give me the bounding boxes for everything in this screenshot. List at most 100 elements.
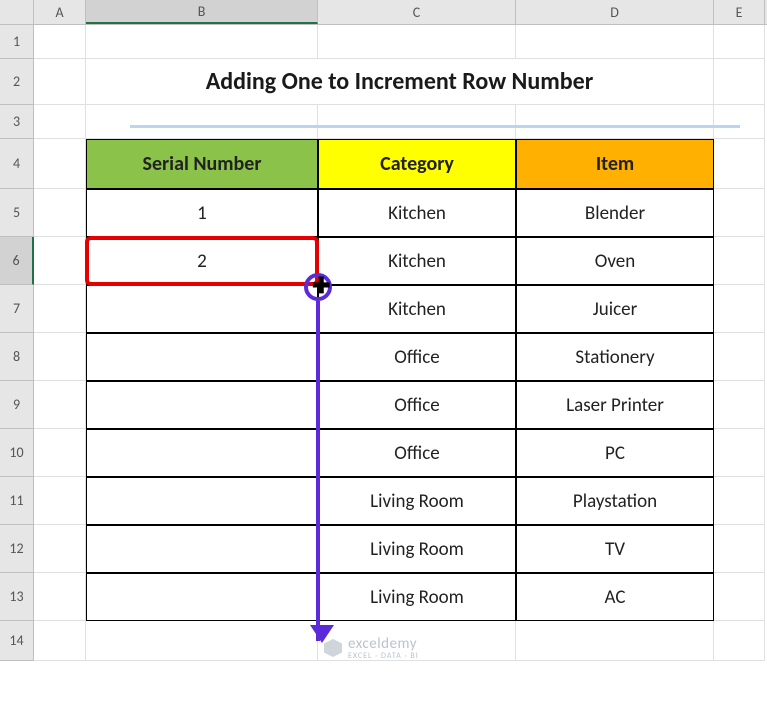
cell-B9[interactable] [86,381,318,429]
row-header-9[interactable]: 9 [0,381,34,429]
header-item[interactable]: Item [516,139,714,189]
row-header-6[interactable]: 6 [0,237,34,285]
cell-E10[interactable] [714,429,765,477]
cell-A5[interactable] [34,189,86,237]
cell-A1[interactable] [34,25,86,59]
row-header-11[interactable]: 11 [0,477,34,525]
cell-E12[interactable] [714,525,765,573]
row-header-8[interactable]: 8 [0,333,34,381]
cell-E14[interactable] [714,621,765,661]
row-header-2[interactable]: 2 [0,59,34,105]
table-row: Living Room Playstation [34,477,767,525]
cell-A6[interactable] [34,237,86,285]
page-title: Adding One to Increment Row Number [206,67,594,96]
row-header-column: 1 2 3 4 5 6 7 8 9 10 11 12 13 14 [0,25,34,661]
cell-B3[interactable] [86,105,318,139]
row-header-4[interactable]: 4 [0,139,34,189]
row-header-5[interactable]: 5 [0,189,34,237]
cell-E3[interactable] [714,105,765,139]
table-row: Living Room AC [34,573,767,621]
cell-C9[interactable]: Office [318,381,516,429]
cell-A13[interactable] [34,573,86,621]
cell-E13[interactable] [714,573,765,621]
cell-C14[interactable] [318,621,516,661]
cell-B12[interactable] [86,525,318,573]
row-header-3[interactable]: 3 [0,105,34,139]
cell-C10[interactable]: Office [318,429,516,477]
cell-E4[interactable] [714,139,765,189]
table-row: 2 Kitchen Oven [34,237,767,285]
cell-A2[interactable] [34,59,86,105]
cell-A9[interactable] [34,381,86,429]
cell-C8[interactable]: Office [318,333,516,381]
cell-grid: Adding One to Increment Row Number Seria… [34,25,767,661]
row-header-14[interactable]: 14 [0,621,34,661]
header-serial[interactable]: Serial Number [86,139,318,189]
table-row: Living Room TV [34,525,767,573]
cell-E11[interactable] [714,477,765,525]
table-row: Office PC [34,429,767,477]
column-header-D[interactable]: D [516,0,714,24]
cell-C6[interactable]: Kitchen [318,237,516,285]
column-header-C[interactable]: C [318,0,516,24]
cell-E1[interactable] [714,25,765,59]
select-all-corner[interactable] [0,0,34,24]
cell-D3[interactable] [516,105,714,139]
column-header-E[interactable]: E [714,0,765,24]
cell-A10[interactable] [34,429,86,477]
cell-C1[interactable] [318,25,516,59]
cell-D5[interactable]: Blender [516,189,714,237]
cell-E5[interactable] [714,189,765,237]
cell-D8[interactable]: Stationery [516,333,714,381]
cell-C12[interactable]: Living Room [318,525,516,573]
row-header-13[interactable]: 13 [0,573,34,621]
cell-D7[interactable]: Juicer [516,285,714,333]
cell-E7[interactable] [714,285,765,333]
cell-A14[interactable] [34,621,86,661]
cell-A3[interactable] [34,105,86,139]
cell-D6[interactable]: Oven [516,237,714,285]
cell-B10[interactable] [86,429,318,477]
cell-B8[interactable] [86,333,318,381]
cell-D9[interactable]: Laser Printer [516,381,714,429]
cell-A4[interactable] [34,139,86,189]
cell-B7[interactable] [86,285,318,333]
cell-C5[interactable]: Kitchen [318,189,516,237]
title-underline [130,125,740,128]
row-header-10[interactable]: 10 [0,429,34,477]
cell-C7[interactable]: Kitchen [318,285,516,333]
cell-B11[interactable] [86,477,318,525]
cell-A11[interactable] [34,477,86,525]
row-header-1[interactable]: 1 [0,25,34,59]
cell-B6[interactable]: 2 [86,237,318,285]
cell-E2[interactable] [714,59,765,105]
title-cell[interactable]: Adding One to Increment Row Number [86,59,714,105]
cell-E8[interactable] [714,333,765,381]
header-category[interactable]: Category [318,139,516,189]
cell-B14[interactable] [86,621,318,661]
cell-D13[interactable]: AC [516,573,714,621]
cell-D10[interactable]: PC [516,429,714,477]
cell-D11[interactable]: Playstation [516,477,714,525]
cell-B5[interactable]: 1 [86,189,318,237]
cell-A8[interactable] [34,333,86,381]
cell-C11[interactable]: Living Room [318,477,516,525]
column-header-B[interactable]: B [86,0,318,24]
cell-D14[interactable] [516,621,714,661]
cell-E6[interactable] [714,237,765,285]
cell-B13[interactable] [86,573,318,621]
column-header-A[interactable]: A [34,0,86,24]
cell-B1[interactable] [86,25,318,59]
cell-A12[interactable] [34,525,86,573]
row-header-7[interactable]: 7 [0,285,34,333]
cell-C13[interactable]: Living Room [318,573,516,621]
cell-C3[interactable] [318,105,516,139]
cell-A7[interactable] [34,285,86,333]
table-row: 1 Kitchen Blender [34,189,767,237]
row-header-12[interactable]: 12 [0,525,34,573]
cell-D1[interactable] [516,25,714,59]
table-row: Kitchen Juicer [34,285,767,333]
cell-E9[interactable] [714,381,765,429]
worksheet: A B C D E 1 2 3 4 5 6 7 8 9 10 11 12 13 … [0,0,767,661]
cell-D12[interactable]: TV [516,525,714,573]
